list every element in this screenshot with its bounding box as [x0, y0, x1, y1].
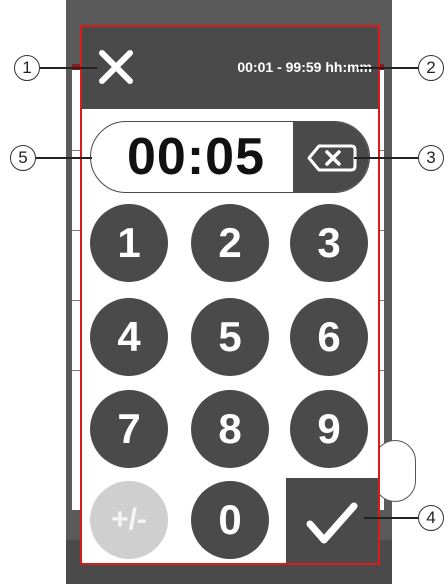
callout-marker-4: 4 — [418, 505, 444, 531]
callout-marker-3: 3 — [418, 145, 444, 171]
callout-marker-2: 2 — [418, 55, 444, 81]
callout-marker-1: 1 — [14, 55, 40, 81]
callout-leader-lines — [36, 67, 418, 519]
callout-marker-5: 5 — [10, 145, 36, 171]
